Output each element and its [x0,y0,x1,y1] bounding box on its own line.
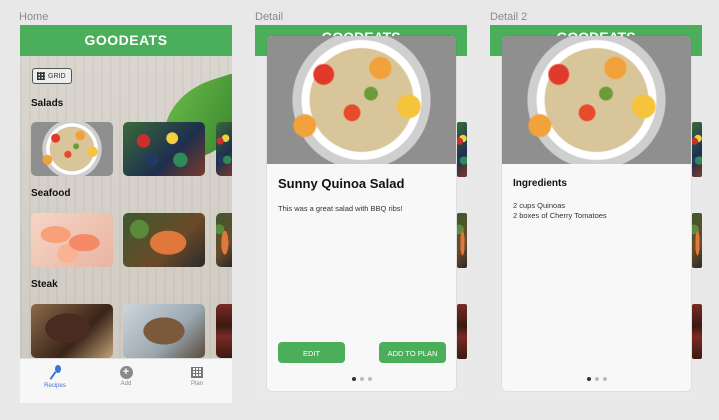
section-label-steak: Steak [31,279,58,290]
page-dot[interactable] [602,377,607,381]
detail-2-screen: GOODEATS Ingredients 2 cups Quinoas 2 bo… [490,25,702,403]
add-icon: + [119,366,133,379]
recipe-thumb-shrimp[interactable] [31,213,113,267]
card-body: Ingredients 2 cups Quinoas 2 boxes of Ch… [502,164,691,391]
recipe-card: Sunny Quinoa Salad This was a great sala… [267,36,456,391]
page-indicator[interactable] [267,377,456,381]
page-dot-active[interactable] [586,377,591,381]
ingredient-item: 2 cups Quinoas [513,201,566,210]
recipe-thumb-partial[interactable] [216,304,232,358]
add-to-plan-button[interactable]: ADD TO PLAN [379,342,446,363]
recipe-title: Sunny Quinoa Salad [278,176,405,191]
tab-plan[interactable]: Plan [167,365,227,387]
recipe-thumb-partial[interactable] [216,213,232,267]
recipe-thumb-veggie-salad[interactable] [123,122,205,176]
recipe-notes: This was a great salad with BBQ ribs! [278,204,403,213]
artboard-label-detail: Detail [255,11,284,23]
tab-recipes-label: Recipes [44,383,66,389]
calendar-icon [191,367,203,378]
artboard-label-detail-2: Detail 2 [490,11,528,23]
tab-add[interactable]: + Add [96,365,156,387]
recipe-thumb-quinoa-salad[interactable] [31,122,113,176]
recipe-thumb-partial[interactable] [216,122,232,176]
background-thumb [457,304,467,359]
ingredients-card: Ingredients 2 cups Quinoas 2 boxes of Ch… [502,36,691,391]
tab-plan-label: Plan [190,381,203,387]
tab-recipes[interactable]: Recipes [25,365,85,389]
section-label-salads: Salads [31,98,64,109]
page-dot-active[interactable] [351,377,356,381]
grid-button-label: GRID [48,73,66,80]
ingredients-list: 2 cups Quinoas 2 boxes of Cherry Tomatoe… [513,201,607,221]
background-thumb [692,122,702,177]
background-thumb [457,122,467,177]
background-thumb [692,213,702,268]
page-dot[interactable] [359,377,364,381]
grid-icon [37,72,45,80]
page-dot[interactable] [367,377,372,381]
spoon-icon [47,365,63,381]
tab-add-label: Add [120,381,132,387]
section-label-seafood: Seafood [31,188,71,199]
grid-button[interactable]: GRID [32,68,72,84]
background-thumb [692,304,702,359]
recipe-thumb-steak-1[interactable] [31,304,113,358]
recipe-thumb-salmon[interactable] [123,213,205,267]
tab-bar: Recipes + Add Plan [20,358,232,403]
ingredient-item: 2 boxes of Cherry Tomatoes [513,211,607,220]
recipe-thumb-steak-2[interactable] [123,304,205,358]
home-screen: GOODEATS GRID Salads Seafood Steak Recip… [20,25,232,403]
detail-screen: GOODEATS Sunny Quinoa Salad This was a g… [255,25,467,403]
ingredients-heading: Ingredients [513,178,567,189]
page-dot[interactable] [594,377,599,381]
card-body: Sunny Quinoa Salad This was a great sala… [267,164,456,391]
recipe-photo [502,36,691,164]
edit-button[interactable]: EDIT [278,342,345,363]
background-thumb [457,213,467,268]
page-indicator[interactable] [502,377,691,381]
artboard-label-home: Home [19,11,49,23]
recipe-photo [267,36,456,164]
app-header: GOODEATS [20,25,232,56]
